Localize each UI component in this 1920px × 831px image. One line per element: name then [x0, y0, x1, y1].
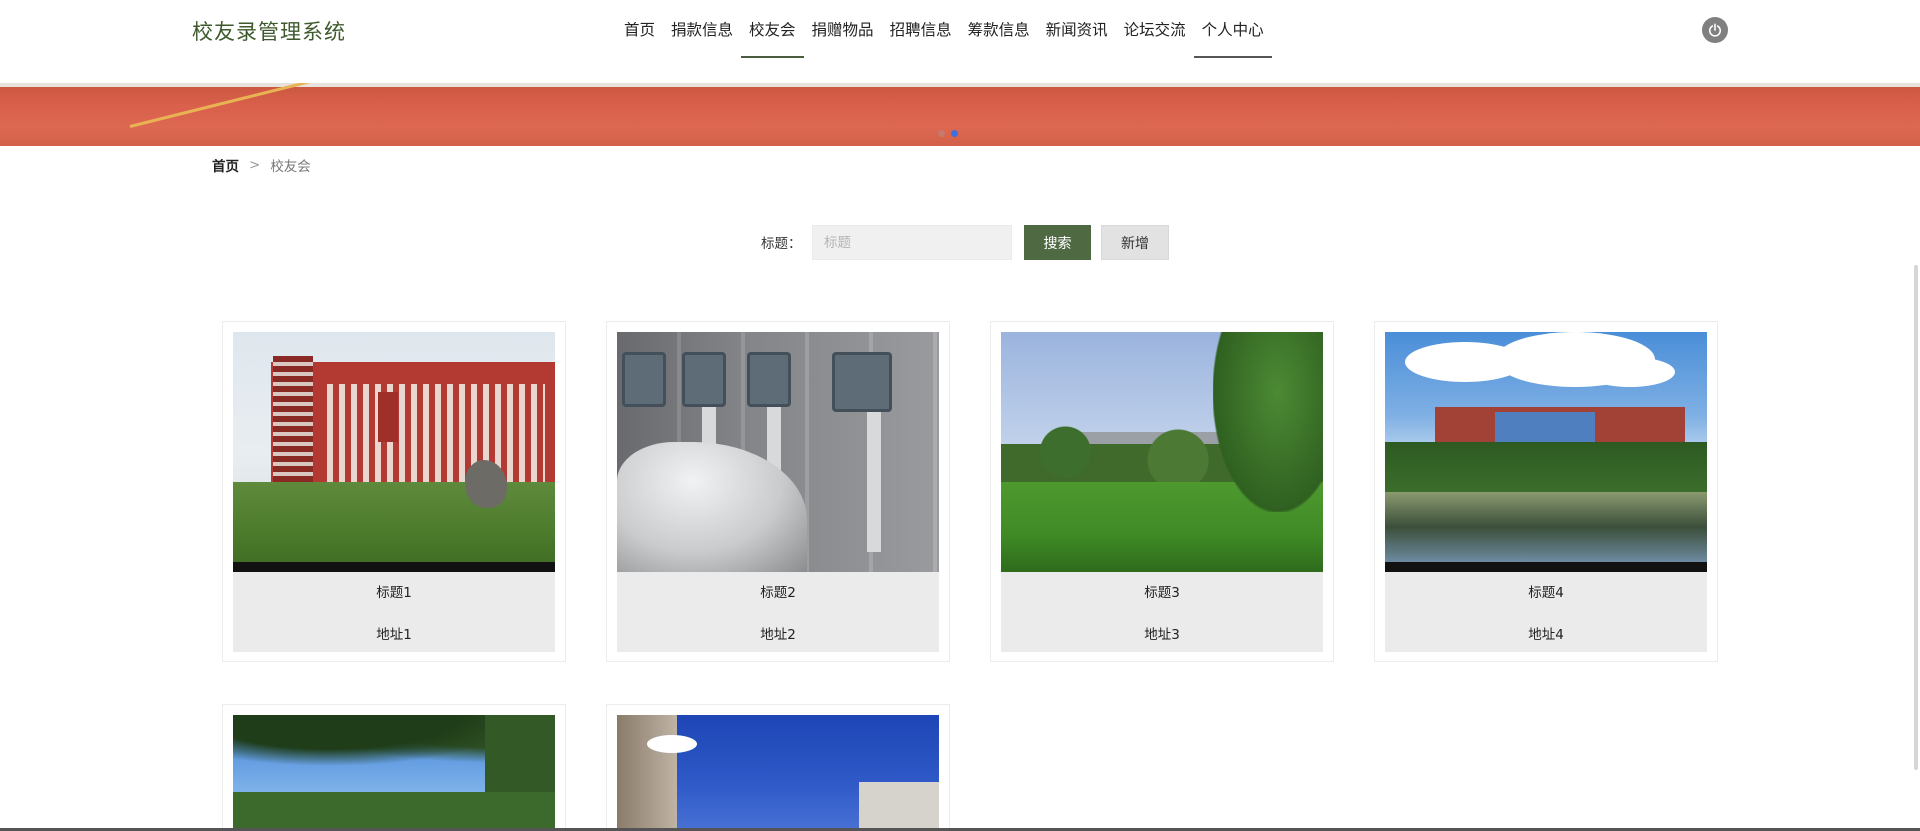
- card-address: 地址4: [1528, 627, 1564, 643]
- nav-home[interactable]: 首页: [616, 0, 663, 58]
- search-label: 标题：: [761, 236, 802, 252]
- logout-button[interactable]: [1702, 17, 1728, 43]
- card-image[interactable]: [233, 332, 555, 572]
- card-address: 地址3: [1144, 627, 1180, 643]
- card-image[interactable]: [233, 715, 555, 831]
- track-line-decoration: [129, 83, 354, 128]
- alumni-card[interactable]: [222, 704, 566, 831]
- card-info: 标题2 地址2: [617, 572, 939, 652]
- nav-recruitment[interactable]: 招聘信息: [882, 0, 960, 58]
- add-button[interactable]: 新增: [1101, 225, 1169, 260]
- card-title: 标题1: [376, 585, 412, 601]
- card-image[interactable]: [617, 715, 939, 831]
- nav-fundraising[interactable]: 筹款信息: [960, 0, 1038, 58]
- nav-donation-info[interactable]: 捐款信息: [663, 0, 741, 58]
- nav-donated-items[interactable]: 捐赠物品: [804, 0, 882, 58]
- breadcrumb-separator: >: [249, 157, 261, 173]
- card-title: 标题4: [1528, 585, 1564, 601]
- main-nav: 首页 捐款信息 校友会 捐赠物品 招聘信息 筹款信息 新闻资讯 论坛交流 个人中…: [616, 0, 1272, 58]
- carousel-dot-1[interactable]: [938, 130, 945, 137]
- nav-personal-center[interactable]: 个人中心: [1193, 0, 1272, 58]
- card-title: 标题3: [1144, 585, 1180, 601]
- alumni-card[interactable]: 标题1 地址1: [222, 321, 566, 662]
- search-bar: 标题： 搜索 新增: [0, 223, 1920, 260]
- card-image[interactable]: [1001, 332, 1323, 572]
- breadcrumb: 首页 > 校友会: [212, 155, 311, 175]
- nav-news[interactable]: 新闻资讯: [1038, 0, 1116, 58]
- card-info: 标题3 地址3: [1001, 572, 1323, 652]
- alumni-card[interactable]: 标题3 地址3: [990, 321, 1334, 662]
- card-image[interactable]: [1385, 332, 1707, 572]
- alumni-card[interactable]: [606, 704, 950, 831]
- nav-alumni-association[interactable]: 校友会: [741, 0, 804, 58]
- card-address: 地址1: [376, 627, 412, 643]
- breadcrumb-current: 校友会: [270, 159, 311, 175]
- search-button[interactable]: 搜索: [1024, 225, 1091, 260]
- header: 校友录管理系统 首页 捐款信息 校友会 捐赠物品 招聘信息 筹款信息 新闻资讯 …: [0, 0, 1920, 83]
- card-image[interactable]: [617, 332, 939, 572]
- carousel-dot-2[interactable]: [951, 130, 958, 137]
- nav-forum[interactable]: 论坛交流: [1116, 0, 1194, 58]
- card-info: 标题4 地址4: [1385, 572, 1707, 652]
- alumni-card[interactable]: 标题2 地址2: [606, 321, 950, 662]
- card-title: 标题2: [760, 585, 796, 601]
- search-input[interactable]: [812, 225, 1012, 260]
- page-scrollbar[interactable]: [1914, 265, 1918, 770]
- card-address: 地址2: [760, 627, 796, 643]
- breadcrumb-home[interactable]: 首页: [212, 155, 239, 175]
- banner-carousel: [0, 83, 1920, 146]
- card-info: 标题1 地址1: [233, 572, 555, 652]
- carousel-dots: [938, 130, 958, 137]
- alumni-card[interactable]: 标题4 地址4: [1374, 321, 1718, 662]
- power-icon: [1708, 23, 1722, 37]
- site-logo[interactable]: 校友录管理系统: [192, 16, 346, 46]
